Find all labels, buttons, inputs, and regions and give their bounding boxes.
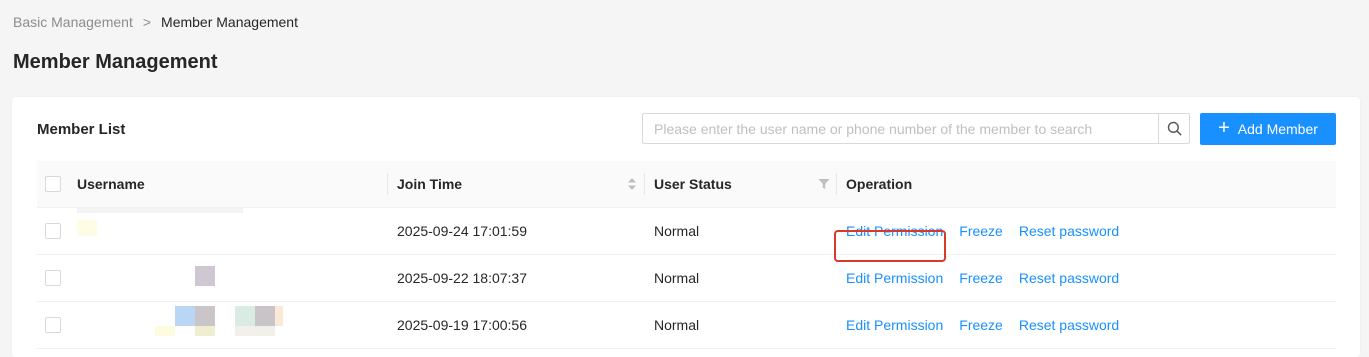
reset-password-link[interactable]: Reset password bbox=[1019, 270, 1119, 286]
member-table: Username Join Time User Status Operation bbox=[37, 161, 1336, 349]
operation-cell: Edit Permission Freeze Reset password bbox=[846, 255, 1326, 301]
member-search bbox=[642, 113, 1190, 144]
filter-icon[interactable] bbox=[818, 178, 830, 190]
breadcrumb: Basic Management > Member Management bbox=[13, 14, 298, 30]
row-check-cell bbox=[45, 302, 61, 348]
join-time: 2025-09-22 18:07:37 bbox=[397, 270, 527, 286]
user-status: Normal bbox=[654, 317, 700, 333]
freeze-link[interactable]: Freeze bbox=[959, 317, 1003, 333]
freeze-link[interactable]: Freeze bbox=[959, 270, 1003, 286]
redacted-username bbox=[77, 302, 297, 348]
username-cell bbox=[77, 255, 377, 301]
column-divider bbox=[644, 173, 645, 195]
add-member-label: Add Member bbox=[1237, 121, 1318, 137]
row-checkbox[interactable] bbox=[45, 317, 61, 333]
breadcrumb-separator: > bbox=[142, 14, 152, 30]
column-divider bbox=[387, 173, 388, 195]
row-check-cell bbox=[45, 208, 61, 254]
reset-password-link[interactable]: Reset password bbox=[1019, 317, 1119, 333]
add-member-button[interactable]: + Add Member bbox=[1200, 113, 1336, 145]
search-input[interactable] bbox=[642, 113, 1159, 144]
edit-permission-link[interactable]: Edit Permission bbox=[846, 317, 943, 333]
table-header: Username Join Time User Status Operation bbox=[37, 161, 1336, 208]
reset-password-link[interactable]: Reset password bbox=[1019, 223, 1119, 239]
breadcrumb-current: Member Management bbox=[161, 14, 298, 30]
select-all-checkbox[interactable] bbox=[45, 176, 61, 192]
page-title: Member Management bbox=[13, 51, 218, 73]
table-row: 2025-09-22 18:07:37 Normal Edit Permissi… bbox=[37, 255, 1336, 302]
row-checkbox[interactable] bbox=[45, 223, 61, 239]
user-status: Normal bbox=[654, 223, 700, 239]
freeze-link[interactable]: Freeze bbox=[959, 223, 1003, 239]
table-row: 2025-09-19 17:00:56 Normal Edit Permissi… bbox=[37, 302, 1336, 349]
column-user-status: User Status bbox=[654, 176, 732, 192]
member-list-card: Member List + Add Member Username Join T… bbox=[12, 97, 1360, 357]
search-button[interactable] bbox=[1158, 113, 1190, 144]
column-divider bbox=[836, 173, 837, 195]
user-status: Normal bbox=[654, 270, 700, 286]
username-cell bbox=[77, 208, 377, 254]
table-row: 2025-09-24 17:01:59 Normal Edit Permissi… bbox=[37, 208, 1336, 262]
edit-permission-link[interactable]: Edit Permission bbox=[846, 270, 943, 286]
sort-icon[interactable] bbox=[627, 177, 637, 191]
breadcrumb-parent[interactable]: Basic Management bbox=[13, 14, 133, 30]
operation-cell: Edit Permission Freeze Reset password bbox=[834, 208, 1326, 262]
column-join-time[interactable]: Join Time bbox=[397, 161, 637, 207]
username-cell bbox=[77, 302, 377, 348]
header-check-cell bbox=[45, 161, 61, 207]
join-time: 2025-09-24 17:01:59 bbox=[397, 223, 527, 239]
join-time: 2025-09-19 17:00:56 bbox=[397, 317, 527, 333]
operation-cell: Edit Permission Freeze Reset password bbox=[846, 302, 1326, 348]
column-username: Username bbox=[77, 176, 145, 192]
row-check-cell bbox=[45, 255, 61, 301]
redacted-username bbox=[77, 255, 297, 301]
column-operation: Operation bbox=[846, 176, 913, 192]
plus-icon: + bbox=[1218, 117, 1230, 139]
row-checkbox[interactable] bbox=[45, 270, 61, 286]
card-title: Member List bbox=[37, 121, 126, 138]
search-icon bbox=[1167, 121, 1181, 136]
redacted-username bbox=[77, 208, 297, 254]
